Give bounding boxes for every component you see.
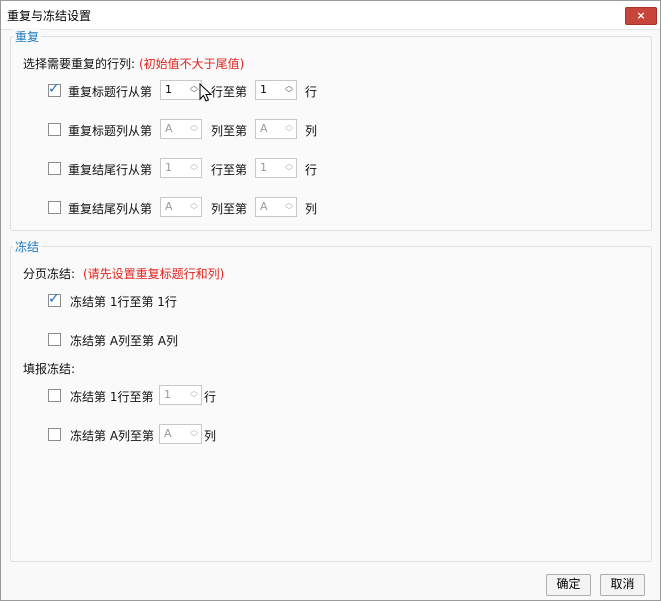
repeat-title-row-to-label: 行至第 <box>211 85 248 99</box>
repeat-title-col-to-stepper[interactable]: A ︿ ﹀ <box>255 119 297 139</box>
close-button[interactable]: × <box>625 7 657 25</box>
close-icon: × <box>636 9 646 22</box>
ok-button[interactable]: 确定 <box>546 574 591 596</box>
stepper-value: A <box>260 200 268 213</box>
repeat-title-col-unit: 列 <box>305 124 318 138</box>
chevron-down-icon[interactable]: ﹀ <box>284 90 294 98</box>
mouse-cursor-icon <box>199 83 213 102</box>
title-bar[interactable]: 重复与冻结设置 × <box>1 1 660 30</box>
stepper-value: A <box>165 122 173 135</box>
paging-freeze-col-checkbox[interactable] <box>48 333 61 346</box>
stepper-value: A <box>165 200 173 213</box>
repeat-end-col-unit: 列 <box>305 202 318 216</box>
repeat-end-row-unit: 行 <box>305 163 318 177</box>
dialog-window: 重复与冻结设置 × 重复 选择需要重复的行列: (初始值不大于尾值) ✓ 重复标… <box>0 0 661 601</box>
repeat-end-row-to-stepper[interactable]: 1 ︿ ﹀ <box>255 158 297 178</box>
repeat-prompt: 选择需要重复的行列: <box>23 57 136 71</box>
chevron-down-icon[interactable]: ﹀ <box>189 129 199 137</box>
fill-freeze-col-label: 冻结第 A列至第 <box>70 429 155 443</box>
repeat-title-row-unit: 行 <box>305 85 318 99</box>
chevron-down-icon[interactable]: ﹀ <box>189 395 199 403</box>
freeze-section-title: 冻结 <box>13 238 42 255</box>
paging-freeze-row-label: 冻结第 1行至第 1行 <box>70 295 177 309</box>
stepper-value: A <box>260 122 268 135</box>
repeat-title-row-label: 重复标题行从第 <box>68 85 153 99</box>
repeat-end-col-label: 重复结尾列从第 <box>68 202 153 216</box>
fill-freeze-col-checkbox[interactable] <box>48 428 61 441</box>
chevron-down-icon[interactable]: ﹀ <box>189 90 199 98</box>
stepper-value: 1 <box>164 388 171 401</box>
chevron-down-icon[interactable]: ﹀ <box>189 168 199 176</box>
paging-freeze-label: 分页冻结: <box>23 267 76 281</box>
stepper-value: A <box>164 427 172 440</box>
fill-freeze-row-stepper[interactable]: 1 ︿ ﹀ <box>159 385 202 405</box>
fill-freeze-label: 填报冻结: <box>23 362 76 376</box>
chevron-down-icon[interactable]: ﹀ <box>284 168 294 176</box>
repeat-title-col-checkbox[interactable] <box>48 123 61 136</box>
stepper-value: 1 <box>165 83 172 96</box>
fill-freeze-row-label: 冻结第 1行至第 <box>70 390 154 404</box>
cancel-button[interactable]: 取消 <box>600 574 645 596</box>
repeat-end-col-checkbox[interactable] <box>48 201 61 214</box>
repeat-end-row-to-label: 行至第 <box>211 163 248 177</box>
stepper-value: 1 <box>260 83 267 96</box>
chevron-down-icon[interactable]: ﹀ <box>284 207 294 215</box>
repeat-end-row-label: 重复结尾行从第 <box>68 163 153 177</box>
fill-freeze-col-stepper[interactable]: A ︿ ﹀ <box>159 424 202 444</box>
repeat-end-col-to-stepper[interactable]: A ︿ ﹀ <box>255 197 297 217</box>
chevron-down-icon[interactable]: ﹀ <box>189 434 199 442</box>
repeat-end-row-checkbox[interactable] <box>48 162 61 175</box>
paging-freeze-hint: (请先设置重复标题行和列) <box>83 267 225 281</box>
stepper-value: 1 <box>165 161 172 174</box>
check-icon: ✓ <box>48 291 60 307</box>
stepper-value: 1 <box>260 161 267 174</box>
repeat-end-col-from-stepper[interactable]: A ︿ ﹀ <box>160 197 202 217</box>
fill-freeze-col-unit: 列 <box>204 429 217 443</box>
repeat-title-col-to-label: 列至第 <box>211 124 248 138</box>
window-title: 重复与冻结设置 <box>7 9 92 23</box>
check-icon: ✓ <box>48 81 60 97</box>
repeat-hint: (初始值不大于尾值) <box>139 57 245 71</box>
paging-freeze-col-label: 冻结第 A列至第 A列 <box>70 334 179 348</box>
repeat-end-col-to-label: 列至第 <box>211 202 248 216</box>
repeat-title-row-to-stepper[interactable]: 1 ︿ ﹀ <box>255 80 297 100</box>
repeat-end-row-from-stepper[interactable]: 1 ︿ ﹀ <box>160 158 202 178</box>
repeat-title-row-checkbox[interactable]: ✓ <box>48 81 61 97</box>
repeat-title-row-from-stepper[interactable]: 1 ︿ ﹀ <box>160 80 202 100</box>
fill-freeze-row-checkbox[interactable] <box>48 389 61 402</box>
repeat-title-col-from-stepper[interactable]: A ︿ ﹀ <box>160 119 202 139</box>
repeat-section-title: 重复 <box>13 28 42 45</box>
chevron-down-icon[interactable]: ﹀ <box>284 129 294 137</box>
chevron-down-icon[interactable]: ﹀ <box>189 207 199 215</box>
repeat-title-col-label: 重复标题列从第 <box>68 124 153 138</box>
paging-freeze-row-checkbox[interactable]: ✓ <box>48 291 61 307</box>
fill-freeze-row-unit: 行 <box>204 390 217 404</box>
